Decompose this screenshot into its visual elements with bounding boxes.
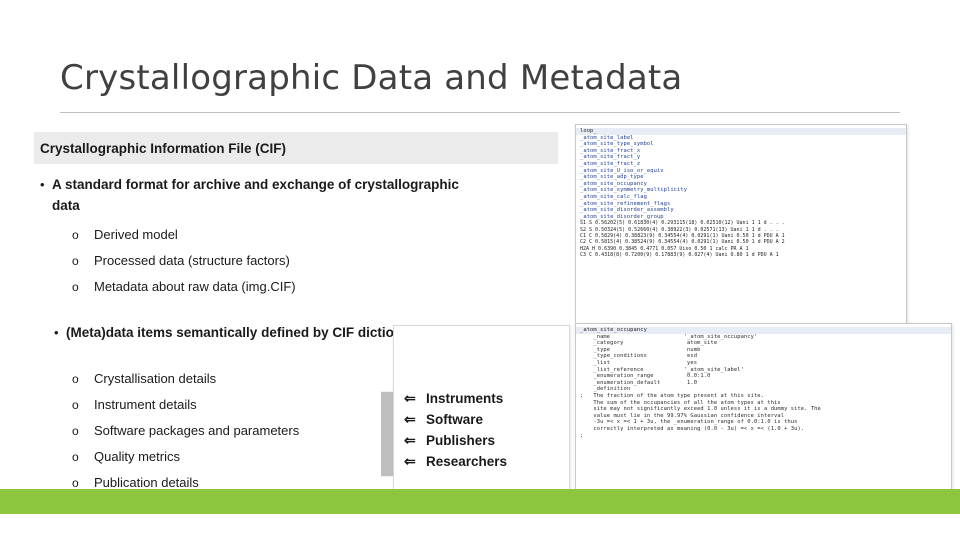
- left-double-arrow-icon: ⇐: [404, 390, 416, 406]
- callout-item-instruments: ⇐ Instruments: [404, 388, 569, 409]
- title-divider: [60, 112, 900, 113]
- section-header-text: Crystallographic Information File (CIF): [40, 140, 287, 156]
- code-line: _atom_site_disorder_assembly: [580, 207, 674, 214]
- code-line: The sum of the occupancies of all the at…: [580, 399, 781, 406]
- bullet-marker: •: [40, 177, 45, 192]
- code-line: loop_: [576, 128, 906, 135]
- code-line: _atom_site_disorder_group: [580, 213, 664, 220]
- sub-bullet-marker: o: [72, 424, 79, 438]
- code-line: _atom_site_label: [580, 134, 634, 141]
- sub-bullet-text: Crystallisation details: [94, 371, 217, 386]
- code-line: _atom_site_type_symbol: [580, 141, 654, 148]
- sub-bullet-marker: o: [72, 450, 79, 464]
- bullet-text: A standard format for archive and exchan…: [52, 177, 459, 213]
- footer-white-bar: [0, 514, 960, 540]
- slide: Crystallographic Data and Metadata Cryst…: [0, 0, 960, 540]
- code-line: _type numb: [580, 346, 701, 353]
- code-line: _name '_atom_site_occupancy': [580, 333, 758, 340]
- bullet-sub-2-3: o Software packages and parameters: [72, 421, 402, 441]
- callout-item-label: Publishers: [426, 433, 496, 448]
- code-line: -3u =< x =< 1 + 3u, the _enumeration_ran…: [580, 419, 798, 426]
- code-line: _atom_site_refinement_flags: [580, 200, 671, 207]
- sub-bullet-text: Software packages and parameters: [94, 423, 300, 438]
- bullet-sub-2-4: o Quality metrics: [72, 447, 392, 467]
- code-line: _atom_site_symmetry_multiplicity: [580, 187, 688, 194]
- sub-bullet-text: Quality metrics: [94, 449, 180, 464]
- cif-data-screenshot: loop_ _atom_site_label _atom_site_type_s…: [575, 124, 907, 339]
- code-line: _atom_site_fract_z: [580, 160, 641, 167]
- code-line: _list yes: [580, 359, 698, 366]
- bullet-sub-1-2: o Processed data (structure factors): [72, 251, 472, 271]
- section-header-band: Crystallographic Information File (CIF): [34, 132, 558, 164]
- bullet-sub-2-2: o Instrument details: [72, 395, 392, 415]
- page-title: Crystallographic Data and Metadata: [60, 58, 683, 98]
- bullet-sub-1-3: o Metadata about raw data (img.CIF): [72, 277, 472, 297]
- code-line: _definition: [580, 386, 631, 393]
- callout-item-researchers: ⇐ Researchers: [404, 451, 569, 472]
- footer-green-bar: [0, 489, 960, 514]
- code-line: site may not significantly exceed 1.0 un…: [580, 406, 821, 413]
- code-line: correctly interpreted as meaning (0.0 - …: [580, 425, 805, 432]
- callout-item-publishers: ⇐ Publishers: [404, 430, 569, 451]
- code-line: ;: [580, 432, 584, 439]
- sub-bullet-marker: o: [72, 254, 79, 268]
- callout-item-label: Software: [426, 412, 484, 427]
- code-line: _atom_site_calc_flag: [580, 193, 647, 200]
- bullet-sub-1-1: o Derived model: [72, 225, 472, 245]
- callout-item-software: ⇐ Software: [404, 409, 569, 430]
- code-line: _enumeration_default 1.0: [580, 379, 698, 386]
- code-line: _atom_site_occupancy: [580, 180, 647, 187]
- code-line: _enumeration_range 0.0:1.0: [580, 373, 711, 380]
- left-double-arrow-icon: ⇐: [404, 411, 416, 427]
- sub-bullet-marker: o: [72, 228, 79, 242]
- bullet-marker: •: [54, 325, 59, 340]
- code-line: _atom_site_adp_type: [580, 174, 644, 181]
- code-line: value must lie in the 99.97% Gaussian co…: [580, 412, 785, 419]
- sub-bullet-text: Derived model: [94, 227, 178, 242]
- code-dict-title: _atom_site_occupancy: [576, 327, 951, 334]
- code-line: _atom_site_U_iso_or_equiv: [580, 167, 664, 174]
- code-line: C3 C 0.4318(8) 0.7200(9) 0.17883(9) 0.02…: [580, 251, 779, 258]
- code-line: _category atom_site: [580, 340, 718, 347]
- sub-bullet-marker: o: [72, 280, 79, 294]
- callout-item-label: Researchers: [426, 454, 508, 469]
- sub-bullet-text: Metadata about raw data (img.CIF): [94, 279, 296, 294]
- code-line: _type_conditions esd: [580, 353, 698, 360]
- sub-bullet-text: Instrument details: [94, 397, 197, 412]
- left-double-arrow-icon: ⇐: [404, 432, 416, 448]
- sub-bullet-text: Processed data (structure factors): [94, 253, 290, 268]
- cif-dictionary-screenshot: _atom_site_occupancy _name '_atom_site_o…: [575, 323, 952, 517]
- bullet-primary-1: • A standard format for archive and exch…: [34, 174, 464, 216]
- code-line: _list_reference '_atom_site_label': [580, 366, 744, 373]
- code-line: _atom_site_fract_x: [580, 147, 641, 154]
- bullet-text: (Meta)data items semantically defined by…: [66, 325, 434, 340]
- code-line: _atom_site_fract_y: [580, 154, 641, 161]
- bullet-sub-2-1: o Crystallisation details: [72, 369, 392, 389]
- callout-item-label: Instruments: [426, 391, 504, 406]
- code-line: ; The fraction of the atom type present …: [580, 392, 764, 399]
- left-double-arrow-icon: ⇐: [404, 453, 416, 469]
- callout-list: ⇐ Instruments ⇐ Software ⇐ Publishers ⇐ …: [404, 388, 569, 472]
- sub-bullet-marker: o: [72, 398, 79, 412]
- sub-bullet-marker: o: [72, 372, 79, 386]
